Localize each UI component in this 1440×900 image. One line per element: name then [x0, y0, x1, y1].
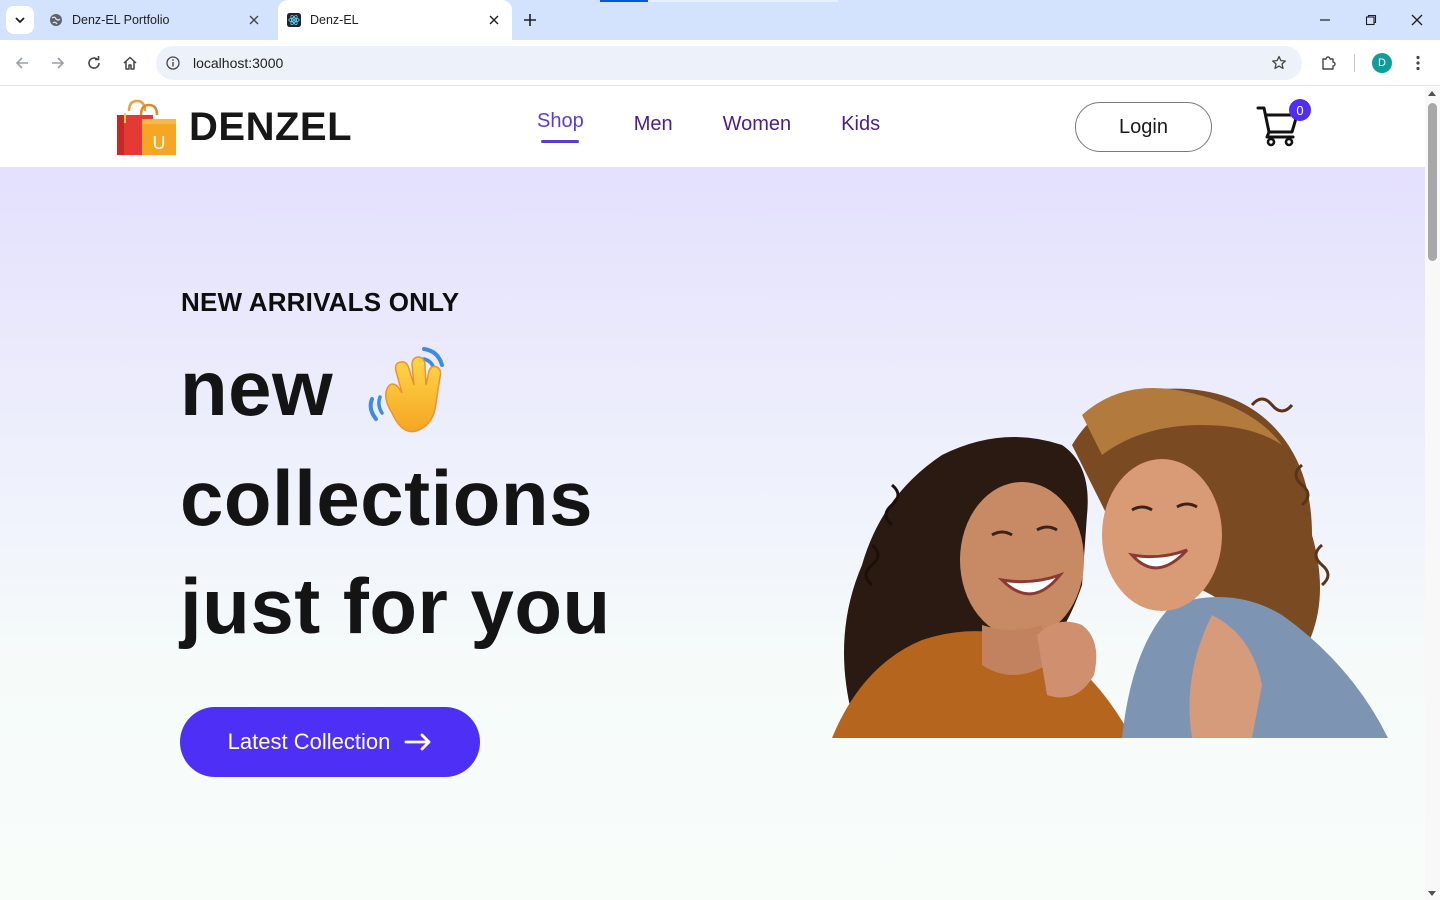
loading-track [648, 0, 838, 2]
scroll-down-arrow-icon[interactable] [1428, 891, 1436, 896]
home-icon [123, 56, 137, 70]
nav-item-women[interactable]: Women [723, 113, 792, 136]
hero-heading-line-3: just for you [180, 562, 611, 650]
arrow-right-icon [52, 57, 65, 69]
page-viewport: U DENZEL Shop Men Women Kids Login 0 NEW… [0, 87, 1425, 900]
tab-portfolio[interactable]: Denz-EL Portfolio [40, 0, 272, 40]
restore-icon [1365, 14, 1377, 26]
profile-avatar[interactable]: D [1372, 53, 1392, 73]
puzzle-icon [1322, 56, 1336, 70]
nav-item-label: Shop [537, 110, 584, 132]
tab-search-button[interactable] [6, 6, 34, 34]
browser-tab-strip: Denz-EL Portfolio Denz-EL [0, 0, 1440, 40]
reload-icon [88, 56, 100, 69]
new-tab-button[interactable] [518, 8, 542, 32]
plus-icon [524, 14, 536, 26]
nav-item-men[interactable]: Men [634, 113, 673, 136]
url-text: localhost:3000 [193, 55, 284, 71]
site-logo[interactable]: U DENZEL [116, 99, 352, 157]
nav-item-label: Kids [841, 113, 881, 135]
waving-hand-icon [368, 347, 444, 433]
kebab-menu-icon [1416, 55, 1420, 71]
scrollbar-thumb[interactable] [1428, 103, 1437, 261]
site-navbar: U DENZEL Shop Men Women Kids Login 0 [0, 87, 1425, 167]
cart-count-badge: 0 [1289, 99, 1311, 121]
restore-button[interactable] [1359, 8, 1383, 32]
cta-label: Latest Collection [227, 729, 391, 754]
minimize-icon [1320, 19, 1330, 21]
arrow-right-icon [404, 733, 431, 751]
loading-indicator [600, 0, 648, 2]
nav-item-kids[interactable]: Kids [841, 113, 880, 136]
close-icon [1411, 14, 1423, 26]
reload-button[interactable] [81, 50, 107, 76]
close-tab-icon[interactable] [246, 12, 262, 28]
brand-name: DENZEL [189, 105, 352, 149]
svg-text:U: U [153, 133, 166, 153]
react-icon [287, 13, 301, 27]
main-nav: Shop Men Women Kids [537, 110, 930, 143]
browser-toolbar: localhost:3000 D [0, 40, 1440, 86]
hero-model-photo [832, 388, 1388, 738]
chevron-down-icon [15, 17, 25, 24]
site-info-icon[interactable] [165, 55, 181, 71]
page-scrollbar[interactable] [1425, 87, 1440, 900]
hero-heading-line-2: collections [180, 454, 593, 542]
close-tab-icon[interactable] [486, 12, 502, 28]
nav-item-label: Women [722, 113, 792, 135]
nav-item-label: Men [633, 113, 673, 135]
active-nav-underline [541, 140, 579, 143]
browser-menu-button[interactable] [1405, 50, 1431, 76]
back-button[interactable] [9, 50, 35, 76]
toolbar-divider [1354, 54, 1355, 72]
nav-item-shop[interactable]: Shop [537, 110, 584, 143]
address-bar[interactable]: localhost:3000 [156, 46, 1302, 80]
close-window-button[interactable] [1405, 8, 1429, 32]
latest-collection-button[interactable]: Latest Collection [180, 707, 480, 777]
hero-heading-line-1: new [180, 344, 334, 432]
hero-kicker: NEW ARRIVALS ONLY [181, 287, 460, 317]
extensions-button[interactable] [1316, 50, 1342, 76]
tab-title: Denz-EL [310, 13, 359, 27]
tab-title: Denz-EL Portfolio [72, 13, 170, 27]
forward-button[interactable] [45, 50, 71, 76]
tab-denz-el[interactable]: Denz-EL [278, 0, 512, 40]
globe-icon [49, 13, 63, 27]
bookmark-star-icon[interactable] [1270, 54, 1288, 72]
shopping-bag-logo-icon: U [117, 99, 176, 155]
home-button[interactable] [117, 50, 143, 76]
hero-section: NEW ARRIVALS ONLY new collections just f… [0, 167, 1425, 900]
scroll-up-arrow-icon[interactable] [1428, 91, 1436, 96]
minimize-button[interactable] [1313, 8, 1337, 32]
login-button[interactable]: Login [1075, 102, 1212, 152]
arrow-left-icon [15, 57, 28, 69]
